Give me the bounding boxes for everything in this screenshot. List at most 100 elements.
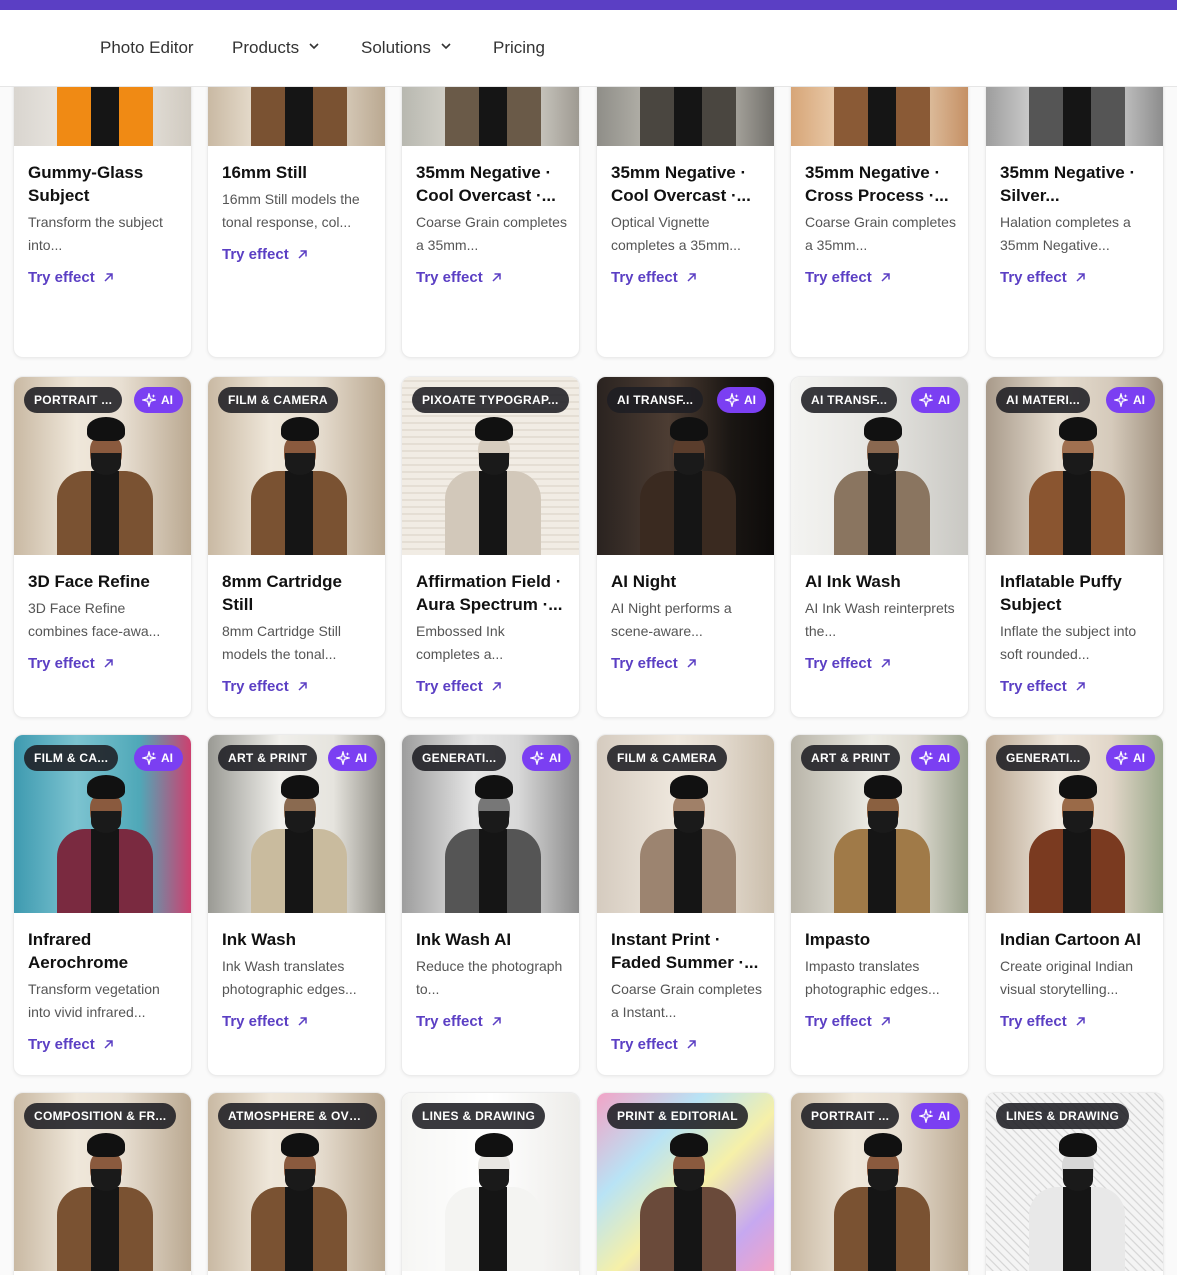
try-effect-link[interactable]: Try effect [611,655,764,672]
try-effect-link[interactable]: Try effect [611,269,764,286]
effect-thumbnail[interactable]: PRINT & EDITORIAL [597,1093,774,1271]
effect-thumbnail[interactable] [14,87,191,146]
effect-thumbnail[interactable] [791,87,968,146]
effect-thumbnail[interactable]: ART & PRINT AI [208,735,385,913]
effect-card[interactable]: GENERATI... AI Indian Cartoon AI Create ori… [985,734,1164,1076]
portrait-figure [826,763,936,913]
effect-card[interactable]: GENERATI... AI Ink Wash AI Reduce the photo… [401,734,580,1076]
sparkle-icon [530,751,544,765]
effect-thumbnail[interactable] [597,87,774,146]
effect-thumbnail[interactable] [208,87,385,146]
effect-thumbnail[interactable] [986,87,1163,146]
effect-card[interactable]: PIXOATE TYPOGRAP... Affirmation Field · A… [401,376,580,718]
effect-thumbnail[interactable]: PORTRAIT ... AI [14,377,191,555]
effect-card[interactable]: ATMOSPHERE & OVE... [207,1092,386,1275]
effect-thumbnail[interactable]: ART & PRINT AI [791,735,968,913]
effect-card[interactable]: 35mm Negative · Cool Overcast ·... Coarse… [401,87,580,358]
effect-title: Indian Cartoon AI [1000,930,1142,949]
try-effect-link[interactable]: Try effect [28,1036,181,1053]
try-effect-link[interactable]: Try effect [416,269,569,286]
effect-description: AI Ink Wash reinterprets the... [805,600,955,639]
effect-card[interactable]: FILM & CAMERA 8mm Cartridge Still 8mm Cart… [207,376,386,718]
try-effect-link[interactable]: Try effect [805,269,958,286]
try-effect-link[interactable]: Try effect [28,655,181,672]
try-effect-link[interactable]: Try effect [1000,269,1153,286]
try-effect-link[interactable]: Try effect [1000,1013,1153,1030]
portrait-figure [1021,405,1131,555]
portrait-figure [437,87,547,146]
nav-solutions[interactable]: Solutions [361,38,453,58]
effect-thumbnail[interactable]: LINES & DRAWING [986,1093,1163,1271]
effect-thumbnail[interactable]: PORTRAIT ... AI [791,1093,968,1271]
sparkle-icon [142,751,156,765]
category-badge: COMPOSITION & FR... [24,1103,177,1129]
try-effect-link[interactable]: Try effect [611,1036,764,1053]
effect-card[interactable]: PRINT & EDITORIAL [596,1092,775,1275]
ai-badge: AI [911,387,960,413]
effect-card[interactable]: ART & PRINT AI Ink Wash Ink Wash translates… [207,734,386,1076]
effect-thumbnail[interactable] [402,87,579,146]
effect-card[interactable]: COMPOSITION & FR... [13,1092,192,1275]
effect-card[interactable]: FILM & CAMERA Instant Print · Faded Summe… [596,734,775,1076]
effect-card[interactable]: ART & PRINT AI Impasto Impasto translates p… [790,734,969,1076]
effect-thumbnail[interactable]: FILM & CAMERA [597,735,774,913]
nav-pricing[interactable]: Pricing [493,38,545,58]
arrow-up-right-icon [686,1039,697,1050]
try-effect-link[interactable]: Try effect [416,678,569,695]
effect-thumbnail[interactable]: FILM & CA... AI [14,735,191,913]
effect-card[interactable]: LINES & DRAWING [985,1092,1164,1275]
effect-card[interactable]: AI TRANSF... AI AI Ink Wash AI Ink Wash rei… [790,376,969,718]
portrait-figure [243,763,353,913]
effect-card[interactable]: 16mm Still 16mm Still models the tonal re… [207,87,386,358]
arrow-up-right-icon [686,658,697,669]
try-effect-link[interactable]: Try effect [416,1013,569,1030]
nav-photo-editor[interactable]: Photo Editor [100,38,194,58]
sparkle-icon [919,393,933,407]
effect-card[interactable]: 35mm Negative · Cool Overcast ·... Optica… [596,87,775,358]
effect-title: Ink Wash [222,930,296,949]
category-badge: PORTRAIT ... [24,387,123,413]
effect-thumbnail[interactable]: GENERATI... AI [402,735,579,913]
effect-title: Instant Print · Faded Summer ·... [611,930,759,972]
effect-thumbnail[interactable]: COMPOSITION & FR... [14,1093,191,1271]
portrait-figure [632,1121,742,1271]
portrait-figure [49,1121,159,1271]
try-effect-link[interactable]: Try effect [805,1013,958,1030]
arrow-up-right-icon [103,1039,114,1050]
try-effect-link[interactable]: Try effect [805,655,958,672]
category-badge: LINES & DRAWING [996,1103,1130,1129]
try-effect-link[interactable]: Try effect [1000,678,1153,695]
ai-badge: AI [1106,745,1155,771]
try-effect-link[interactable]: Try effect [222,246,375,263]
effect-card[interactable]: 35mm Negative · Cross Process ·... Coarse… [790,87,969,358]
arrow-up-right-icon [297,1016,308,1027]
effect-card[interactable]: PORTRAIT ... AI [790,1092,969,1275]
effect-thumbnail[interactable]: AI TRANSF... AI [791,377,968,555]
effect-card[interactable]: AI TRANSF... AI AI Night AI Night performs … [596,376,775,718]
nav-products[interactable]: Products [232,38,321,58]
ai-badge: AI [717,387,766,413]
effect-thumbnail[interactable]: PIXOATE TYPOGRAP... [402,377,579,555]
effect-thumbnail[interactable]: FILM & CAMERA [208,377,385,555]
arrow-up-right-icon [880,272,891,283]
effect-card[interactable]: Gummy-Glass Subject Transform the subject… [13,87,192,358]
effect-card[interactable]: 35mm Negative · Silver... Halation comple… [985,87,1164,358]
effect-thumbnail[interactable]: AI MATERI... AI [986,377,1163,555]
effect-thumbnail[interactable]: LINES & DRAWING [402,1093,579,1271]
effect-description: Transform the subject into... [28,214,163,253]
try-effect-link[interactable]: Try effect [28,269,181,286]
arrow-up-right-icon [686,272,697,283]
effect-card[interactable]: PORTRAIT ... AI 3D Face Refine 3D Face Refi… [13,376,192,718]
effect-description: 8mm Cartridge Still models the tonal... [222,623,342,662]
effect-thumbnail[interactable]: AI TRANSF... AI [597,377,774,555]
effect-thumbnail[interactable]: GENERATI... AI [986,735,1163,913]
effect-card[interactable]: AI MATERI... AI Inflatable Puffy Subject In… [985,376,1164,718]
try-effect-link[interactable]: Try effect [222,678,375,695]
effect-card[interactable]: FILM & CA... AI Infrared Aerochrome Transfo… [13,734,192,1076]
nav-label: Solutions [361,38,431,57]
portrait-figure [632,763,742,913]
arrow-up-right-icon [103,658,114,669]
effect-thumbnail[interactable]: ATMOSPHERE & OVE... [208,1093,385,1271]
try-effect-link[interactable]: Try effect [222,1013,375,1030]
effect-card[interactable]: LINES & DRAWING [401,1092,580,1275]
